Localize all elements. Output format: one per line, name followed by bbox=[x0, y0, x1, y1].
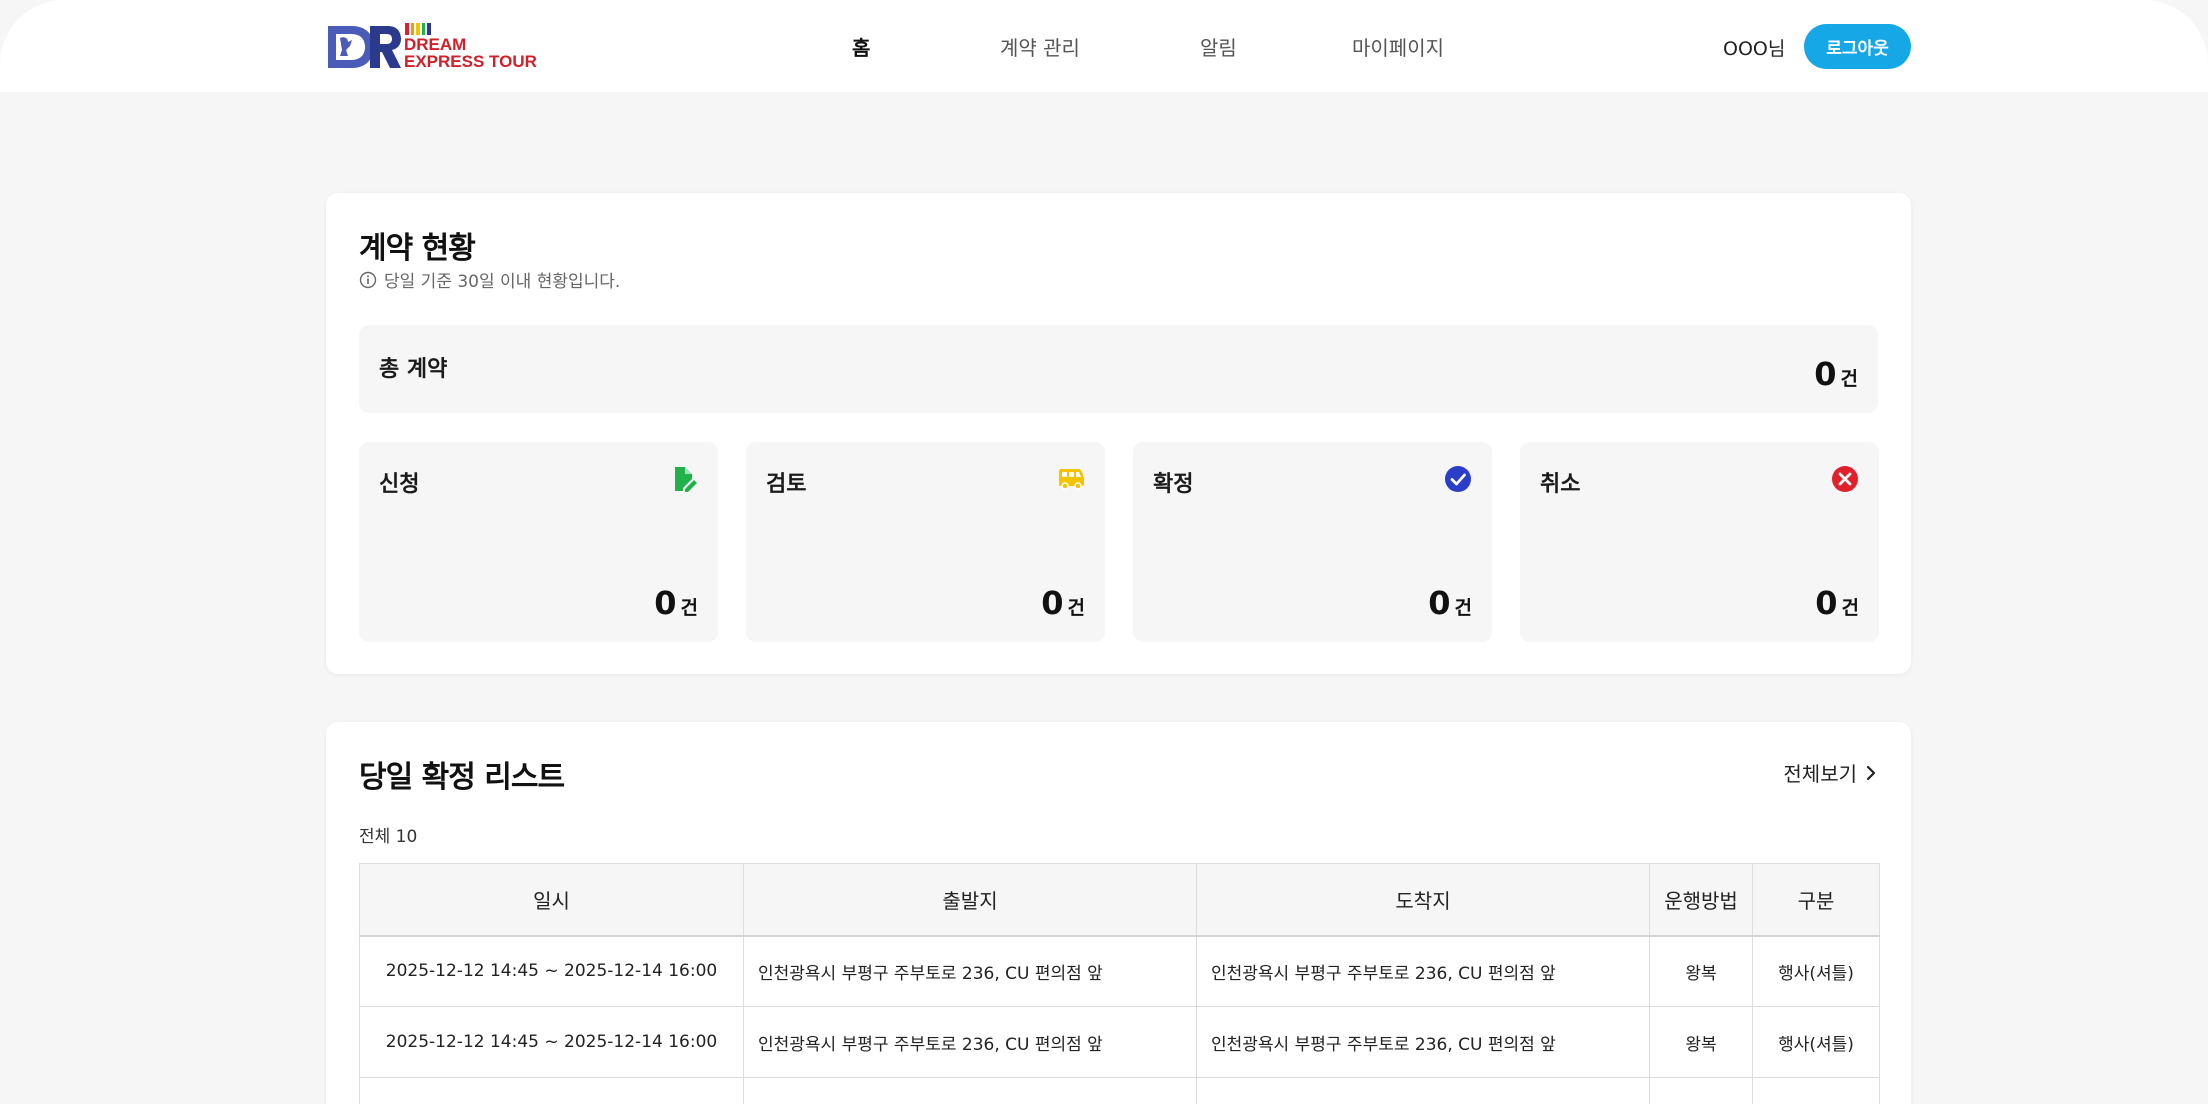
total-contract-box[interactable]: 총 계약 0건 bbox=[359, 325, 1878, 413]
view-all-link[interactable]: 전체보기 bbox=[1783, 758, 1877, 787]
stat-count: 0건 bbox=[1428, 584, 1472, 622]
contract-status-card: 계약 현황 당일 기준 30일 이내 현황입니다. 총 계약 0건 신청 0 건… bbox=[326, 193, 1911, 674]
chevron-right-icon bbox=[1866, 765, 1876, 780]
count-value: 0 bbox=[1814, 355, 1837, 393]
cell-datetime bbox=[359, 1077, 744, 1104]
count-unit: 건 bbox=[1841, 597, 1859, 619]
logout-button[interactable]: 로그아웃 bbox=[1804, 24, 1911, 69]
count-value: 0 bbox=[1041, 584, 1064, 622]
cell-departure: 인천광욕시 부평구 주부토로 236, CU 편의점 앞 bbox=[743, 935, 1197, 1007]
check-circle-icon bbox=[1445, 466, 1471, 492]
status-info: 당일 기준 30일 이내 현황입니다. bbox=[359, 267, 620, 292]
info-icon bbox=[359, 271, 377, 288]
cell-arrival bbox=[1196, 1077, 1650, 1104]
column-header-datetime: 일시 bbox=[359, 863, 744, 937]
stat-count: 0건 bbox=[1041, 584, 1085, 622]
column-header-category: 구분 bbox=[1752, 863, 1880, 937]
column-header-operation-method: 운행방법 bbox=[1649, 863, 1753, 937]
count-unit: 건 bbox=[1454, 597, 1472, 619]
list-total-count: 전체 10 bbox=[359, 827, 418, 847]
bus-icon bbox=[1059, 469, 1084, 490]
cell-category: 행사(셔틀) bbox=[1752, 1006, 1880, 1078]
count-unit: 건 bbox=[680, 597, 698, 619]
stat-count: 0건 bbox=[654, 584, 698, 622]
stat-label: 신청 bbox=[379, 472, 420, 497]
cell-departure: 인천광욕시 부평구 주부토로 236, CU 편의점 앞 bbox=[743, 1006, 1197, 1078]
stat-box-confirmed[interactable]: 확정 0건 bbox=[1133, 442, 1492, 642]
cell-category bbox=[1752, 1077, 1880, 1104]
status-info-text: 당일 기준 30일 이내 현황입니다. bbox=[384, 272, 621, 292]
table-row[interactable] bbox=[359, 1077, 1880, 1104]
count-value: 0 bbox=[1815, 584, 1838, 622]
stat-count: 0건 bbox=[1815, 584, 1859, 622]
cell-datetime: 2025-12-12 14:45 ~ 2025-12-14 16:00 bbox=[359, 1006, 744, 1078]
cell-arrival: 인천광욕시 부평구 주부토로 236, CU 편의점 앞 bbox=[1196, 935, 1650, 1007]
count-value: 0 bbox=[654, 584, 677, 622]
nav-mypage[interactable]: 마이페이지 bbox=[1352, 32, 1444, 61]
contract-status-title: 계약 현황 bbox=[359, 231, 476, 266]
cell-operation-method bbox=[1649, 1077, 1753, 1104]
user-name: OOO님 bbox=[1723, 38, 1786, 60]
stat-box-review[interactable]: 검토 0건 bbox=[746, 442, 1105, 642]
cell-arrival: 인천광욕시 부평구 주부토로 236, CU 편의점 앞 bbox=[1196, 1006, 1650, 1078]
confirmed-list-table: 일시 출발지 도착지 운행방법 구분 2025-12-12 14:45 ~ 20… bbox=[359, 863, 1880, 1104]
view-all-label: 전체보기 bbox=[1783, 762, 1857, 786]
table-header-row: 일시 출발지 도착지 운행방법 구분 bbox=[359, 863, 1880, 937]
x-circle-icon bbox=[1832, 466, 1858, 492]
stat-box-application[interactable]: 신청 0건 bbox=[359, 442, 718, 642]
table-row[interactable]: 2025-12-12 14:45 ~ 2025-12-14 16:00 인천광욕… bbox=[359, 935, 1880, 1007]
list-title: 당일 확정 리스트 bbox=[359, 760, 565, 795]
nav-notifications[interactable]: 알림 bbox=[1200, 32, 1237, 61]
document-edit-icon bbox=[675, 467, 697, 492]
column-header-departure: 출발지 bbox=[743, 863, 1197, 937]
cell-datetime: 2025-12-12 14:45 ~ 2025-12-14 16:00 bbox=[359, 935, 744, 1007]
total-contract-label: 총 계약 bbox=[379, 357, 448, 382]
cell-operation-method: 왕복 bbox=[1649, 1006, 1753, 1078]
cell-category: 행사(셔틀) bbox=[1752, 935, 1880, 1007]
cell-departure bbox=[743, 1077, 1197, 1104]
table-row[interactable]: 2025-12-12 14:45 ~ 2025-12-14 16:00 인천광욕… bbox=[359, 1006, 1880, 1078]
count-unit: 건 bbox=[1840, 368, 1858, 390]
column-header-arrival: 도착지 bbox=[1196, 863, 1650, 937]
cell-operation-method: 왕복 bbox=[1649, 935, 1753, 1007]
stat-label: 취소 bbox=[1540, 472, 1581, 497]
total-contract-count: 0건 bbox=[1814, 355, 1858, 393]
count-value: 0 bbox=[1428, 584, 1451, 622]
stat-label: 검토 bbox=[766, 472, 807, 497]
today-confirmed-list-card: 당일 확정 리스트 전체보기 전체 10 일시 출발지 도착지 운행방법 구분 bbox=[326, 722, 1911, 1104]
nav-contract-management[interactable]: 계약 관리 bbox=[1000, 32, 1080, 61]
stat-label: 확정 bbox=[1153, 472, 1194, 497]
count-unit: 건 bbox=[1067, 597, 1085, 619]
stat-box-cancelled[interactable]: 취소 0건 bbox=[1520, 442, 1879, 642]
page-frame: DREAM EXPRESS TOUR 홈 계약 관리 알림 마이페이지 OOO님… bbox=[0, 0, 2208, 1104]
top-header: DREAM EXPRESS TOUR 홈 계약 관리 알림 마이페이지 OOO님… bbox=[0, 0, 2208, 92]
nav-home[interactable]: 홈 bbox=[852, 32, 870, 61]
